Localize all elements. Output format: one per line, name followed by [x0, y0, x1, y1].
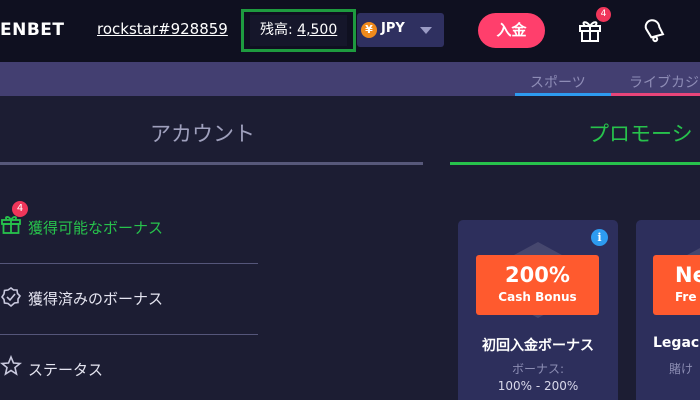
- bonus-percent: Ne: [675, 263, 700, 287]
- available-bonus-badge: 4: [12, 201, 28, 217]
- bonus-badge: 200% Cash Bonus: [476, 255, 599, 315]
- promo-card-first-deposit[interactable]: 200% Cash Bonus 初回入金ボーナス ボーナス: 100% - 20…: [458, 220, 618, 400]
- menu-item-claimed-bonuses[interactable]: 獲得済みのボーナス: [0, 265, 258, 335]
- menu-item-available-bonuses[interactable]: 獲得可能なボーナス: [0, 195, 258, 265]
- card-title: 初回入金ボーナス: [482, 338, 594, 354]
- subnav-sports[interactable]: スポーツ: [530, 72, 586, 92]
- menu-item-label: 獲得可能なボーナス: [28, 219, 164, 237]
- subnav-live-casino[interactable]: ライブカジ: [629, 72, 699, 92]
- chevron-down-icon: [420, 27, 432, 34]
- balance-display[interactable]: 残高: 4,500: [250, 15, 347, 46]
- menu-item-status[interactable]: ステータス: [0, 335, 258, 400]
- live-underline: [611, 93, 700, 96]
- app-root: ENBET rockstar#928859 残高: 4,500 ¥ JPY 入金…: [0, 0, 700, 400]
- star-badge-icon: [0, 354, 23, 377]
- sports-underline: [515, 93, 611, 96]
- menu-divider: [0, 263, 258, 264]
- top-bar: ENBET rockstar#928859 残高: 4,500 ¥ JPY 入金…: [0, 0, 700, 62]
- menu-item-label: 獲得済みのボーナス: [28, 290, 164, 308]
- currency-label: JPY: [381, 21, 405, 36]
- bonus-type: Cash Bonus: [498, 290, 577, 304]
- balance-value: 4,500: [297, 22, 338, 38]
- tab-promotions-underline: [450, 162, 700, 165]
- balance-highlight: 残高: 4,500: [241, 9, 356, 52]
- bonus-badge: Ne Fre: [653, 255, 700, 315]
- balance-label: 残高:: [260, 22, 293, 38]
- gift-badge-count: 4: [596, 7, 611, 22]
- card-title: Legac: [653, 335, 700, 351]
- badge-check-icon: [0, 286, 22, 308]
- bonus-percent: 200%: [505, 263, 570, 287]
- bell-icon[interactable]: [640, 16, 668, 44]
- card-subtitle: 賭け: [669, 362, 694, 376]
- info-icon[interactable]: i: [591, 229, 608, 246]
- card-range: 100% - 200%: [497, 379, 579, 393]
- logo[interactable]: ENBET: [0, 20, 65, 40]
- yen-coin-icon: ¥: [361, 22, 377, 38]
- menu-item-label: ステータス: [28, 361, 104, 379]
- deposit-button[interactable]: 入金: [478, 13, 545, 48]
- username-link[interactable]: rockstar#928859: [97, 20, 228, 38]
- promo-card-legacy[interactable]: Ne Fre Legac 賭け: [636, 220, 700, 400]
- tab-promotions[interactable]: プロモーシ: [588, 118, 693, 148]
- tab-account[interactable]: アカウント: [150, 118, 255, 148]
- currency-selector[interactable]: ¥ JPY: [357, 13, 444, 47]
- tab-account-underline: [0, 162, 423, 165]
- bonus-type: Fre: [675, 290, 697, 304]
- card-subtitle: ボーナス:: [511, 362, 565, 376]
- sub-nav: スポーツ ライブカジ: [0, 62, 700, 96]
